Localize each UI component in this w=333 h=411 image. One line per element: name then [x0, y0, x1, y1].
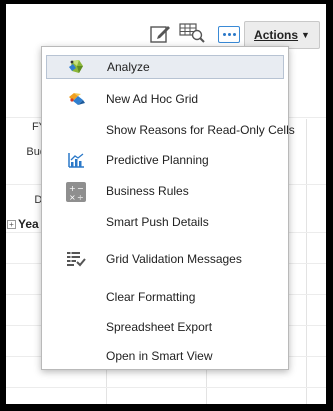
menu-item-analyze[interactable]: Analyze	[46, 55, 284, 79]
svg-text:÷: ÷	[77, 193, 84, 202]
menu-item-label: Predictive Planning	[106, 153, 209, 167]
menu-item-label: Show Reasons for Read-Only Cells	[106, 123, 295, 137]
menu-item-spreadsheet-export[interactable]: Spreadsheet Export	[46, 315, 284, 339]
menu-item-open-in-smart-view[interactable]: Open in Smart View	[46, 344, 284, 368]
more-icon[interactable]	[218, 26, 240, 43]
menu-item-show-reasons-read-only[interactable]: Show Reasons for Read-Only Cells	[46, 118, 295, 142]
app-window: FY Bud Dr + Yea Actions ▼	[6, 4, 326, 404]
menu-item-label: Open in Smart View	[106, 349, 213, 363]
menu-item-label: Smart Push Details	[106, 215, 209, 229]
svg-text:−: −	[77, 184, 84, 193]
grid-tree-label: Yea	[18, 217, 39, 231]
svg-text:×: ×	[69, 193, 76, 202]
analyze-icon	[67, 58, 87, 76]
grid-divider	[6, 387, 326, 388]
business-rules-icon: + − × ÷	[66, 182, 86, 202]
actions-menu: Analyze New Ad Hoc Grid Show Reasons for…	[41, 46, 295, 370]
actions-button[interactable]: Actions ▼	[244, 21, 320, 49]
actions-button-label: Actions	[254, 28, 299, 42]
svg-text:+: +	[69, 184, 76, 193]
grid-row-label: Dr	[6, 194, 46, 206]
grid-divider	[306, 119, 307, 404]
menu-item-new-ad-hoc-grid[interactable]: New Ad Hoc Grid	[46, 87, 284, 111]
menu-item-business-rules[interactable]: + − × ÷ Business Rules	[46, 179, 284, 203]
grid-row-label: FY	[31, 121, 46, 133]
ad-hoc-grid-icon	[66, 90, 86, 108]
expand-toggle-icon[interactable]: +	[7, 220, 16, 229]
predictive-planning-icon	[66, 151, 86, 169]
menu-item-label: Analyze	[107, 60, 150, 74]
menu-item-label: Grid Validation Messages	[106, 252, 242, 266]
caret-down-icon: ▼	[301, 30, 310, 40]
menu-item-grid-validation-messages[interactable]: Grid Validation Messages	[46, 247, 284, 271]
menu-item-label: Business Rules	[106, 184, 189, 198]
menu-item-label: New Ad Hoc Grid	[106, 92, 199, 106]
menu-item-smart-push-details[interactable]: Smart Push Details	[46, 210, 284, 234]
grid-row-label: Bud	[26, 146, 46, 158]
menu-item-label: Spreadsheet Export	[106, 320, 213, 334]
menu-item-clear-formatting[interactable]: Clear Formatting	[46, 285, 284, 309]
grid-validation-icon	[66, 250, 86, 268]
menu-item-predictive-planning[interactable]: Predictive Planning	[46, 148, 284, 172]
menu-item-label: Clear Formatting	[106, 290, 196, 304]
